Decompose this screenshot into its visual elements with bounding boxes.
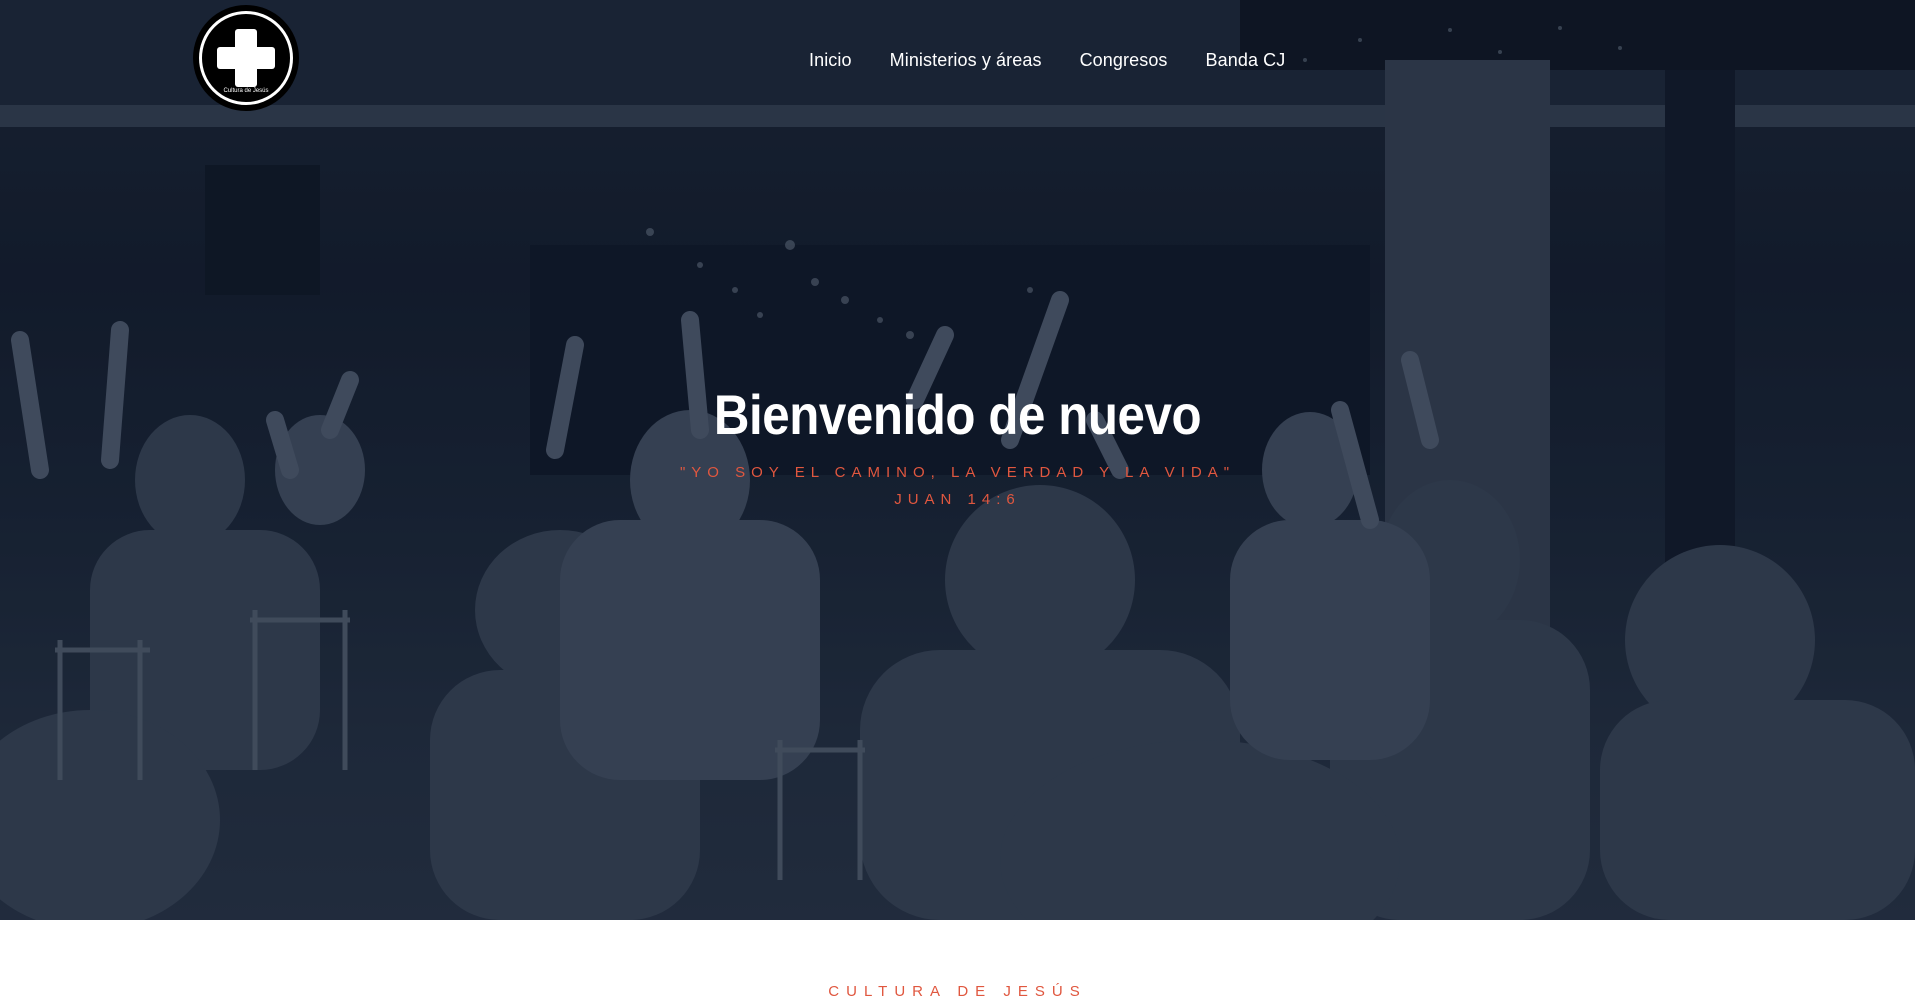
logo-text: Cultura de Jesús [223, 88, 269, 94]
main-nav: Inicio Ministerios y áreas Congresos Ban… [809, 50, 1285, 71]
hero-section: Cultura de Jesús Inicio Ministerios y ár… [0, 0, 1915, 920]
hero-scripture-reference: JUAN 14:6 [894, 491, 1021, 508]
nav-item-inicio[interactable]: Inicio [809, 50, 852, 71]
section-heading: CULTURA DE JESÚS [828, 983, 1087, 1000]
hero-title: Bienvenido de nuevo [713, 383, 1202, 446]
cross-icon-bar [217, 47, 275, 69]
nav-item-banda-cj[interactable]: Banda CJ [1206, 50, 1286, 71]
site-logo[interactable]: Cultura de Jesús [193, 5, 299, 111]
hero-quote: "YO SOY EL CAMINO, LA VERDAD Y LA VIDA" [679, 464, 1236, 481]
nav-item-congresos[interactable]: Congresos [1080, 50, 1168, 71]
nav-item-ministerios[interactable]: Ministerios y áreas [890, 50, 1042, 71]
hero-overlay [0, 0, 1915, 920]
